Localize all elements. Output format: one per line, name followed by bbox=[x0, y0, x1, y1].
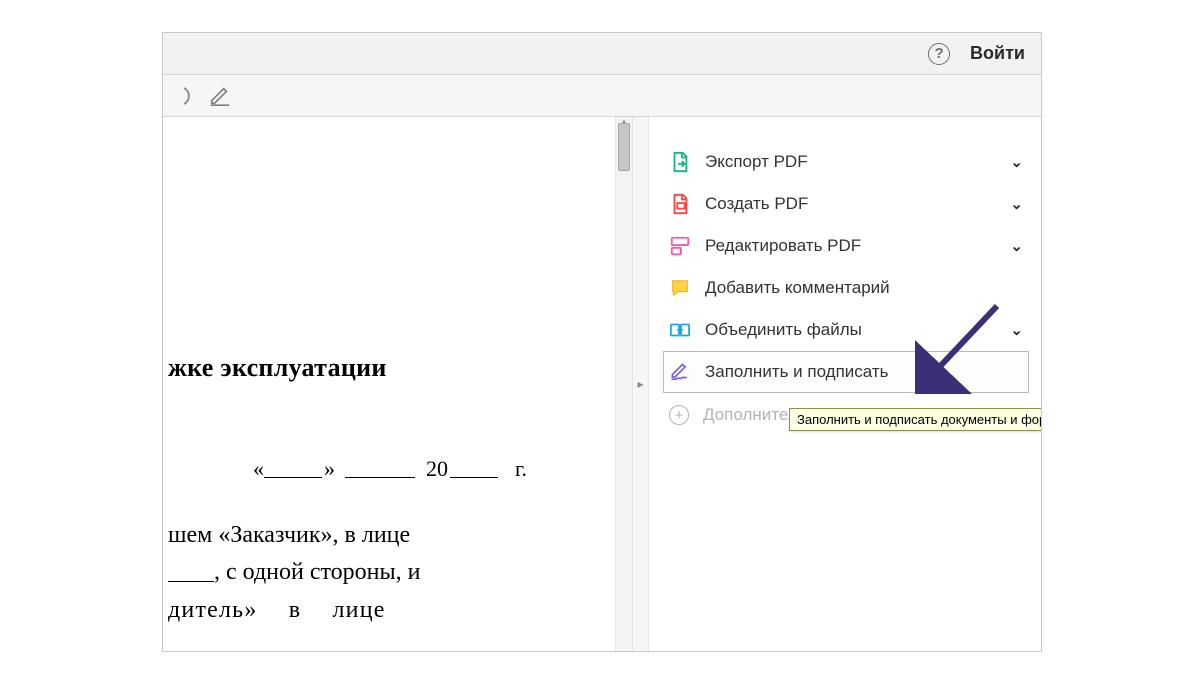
tool-label: Добавить комментарий bbox=[705, 278, 890, 298]
tool-label: Заполнить и подписать bbox=[705, 362, 889, 382]
app-window: ? Войти жке эксплуатации « » 20 г. шем «З… bbox=[162, 32, 1042, 652]
chevron-down-icon: ⌄ bbox=[1010, 237, 1023, 255]
body-line-1: шем «Заказчик», в лице bbox=[168, 522, 410, 548]
comment-icon bbox=[669, 277, 691, 299]
tool-label: Редактировать PDF bbox=[705, 236, 861, 256]
plus-icon: + bbox=[669, 405, 689, 425]
toolbar bbox=[163, 75, 1041, 117]
date-blank-year bbox=[450, 454, 498, 478]
chevron-down-icon: ⌄ bbox=[1010, 195, 1023, 213]
date-year-suffix: г. bbox=[515, 456, 527, 481]
date-blank-day bbox=[264, 454, 322, 478]
tool-label: Создать PDF bbox=[705, 194, 808, 214]
document-body-fragment: шем «Заказчик», в лице , с одной стороны… bbox=[168, 517, 605, 629]
document-date-line: « » 20 г. bbox=[253, 452, 527, 482]
fill-sign-icon bbox=[669, 361, 691, 383]
titlebar: ? Войти bbox=[163, 33, 1041, 75]
document-title-fragment: жке эксплуатации bbox=[168, 353, 387, 383]
export-pdf-icon bbox=[669, 151, 691, 173]
edit-pdf-icon bbox=[669, 235, 691, 257]
tooltip-fill-sign: Заполнить и подписать документы и формы … bbox=[789, 408, 1042, 431]
tool-export-pdf[interactable]: Экспорт PDF ⌄ bbox=[663, 141, 1029, 183]
body-line-2: , с одной стороны, и bbox=[214, 559, 421, 585]
main-area: жке эксплуатации « » 20 г. шем «Заказчик»… bbox=[163, 117, 1041, 651]
date-open-quote: « bbox=[253, 456, 264, 481]
tool-edit-pdf[interactable]: Редактировать PDF ⌄ bbox=[663, 225, 1029, 267]
panel-collapse-handle[interactable]: ▸ bbox=[633, 117, 649, 651]
tool-label: Экспорт PDF bbox=[705, 152, 808, 172]
document-viewport[interactable]: жке эксплуатации « » 20 г. шем «Заказчик»… bbox=[163, 117, 615, 651]
body-blank bbox=[168, 557, 214, 582]
date-blank-month bbox=[345, 454, 415, 478]
create-pdf-icon bbox=[669, 193, 691, 215]
toolbar-partial-icon[interactable] bbox=[173, 85, 195, 107]
date-year-prefix: 20 bbox=[426, 456, 448, 481]
tool-fill-sign[interactable]: Заполнить и подписать bbox=[663, 351, 1029, 393]
pencil-icon[interactable] bbox=[209, 85, 231, 107]
tools-panel: Экспорт PDF ⌄ Создать PDF ⌄ Редактироват… bbox=[649, 117, 1041, 651]
combine-files-icon bbox=[669, 319, 691, 341]
vertical-scrollbar[interactable]: ▴ bbox=[615, 117, 633, 651]
date-close-quote: » bbox=[324, 456, 335, 481]
body-line-3: дитель» в лице bbox=[168, 597, 386, 623]
tool-label: Объединить файлы bbox=[705, 320, 862, 340]
chevron-down-icon: ⌄ bbox=[1010, 321, 1023, 339]
tool-add-comment[interactable]: Добавить комментарий bbox=[663, 267, 1029, 309]
document-content: жке эксплуатации « » 20 г. шем «Заказчик»… bbox=[163, 117, 615, 651]
login-button[interactable]: Войти bbox=[970, 43, 1025, 64]
tool-create-pdf[interactable]: Создать PDF ⌄ bbox=[663, 183, 1029, 225]
scroll-thumb[interactable] bbox=[618, 123, 630, 171]
tool-combine-files[interactable]: Объединить файлы ⌄ bbox=[663, 309, 1029, 351]
help-icon[interactable]: ? bbox=[928, 43, 950, 65]
chevron-down-icon: ⌄ bbox=[1010, 153, 1023, 171]
